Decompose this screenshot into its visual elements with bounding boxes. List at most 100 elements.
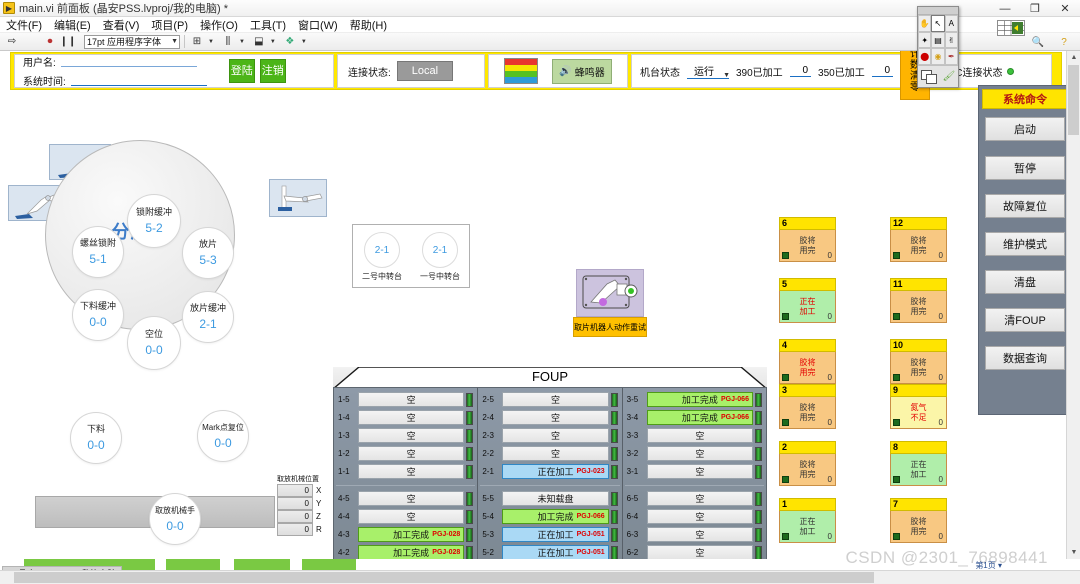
menu-help[interactable]: 帮助(H): [350, 17, 387, 33]
abort-stop-icon[interactable]: ⏺: [42, 34, 58, 49]
foup-slot[interactable]: 2-3 空: [480, 427, 619, 444]
maximize-button[interactable]: ❐: [1020, 0, 1050, 17]
username-input[interactable]: [60, 56, 197, 67]
connect-wire-icon[interactable]: ✦: [918, 31, 932, 49]
foup-slot[interactable]: 4-2 加工完成 PGJ-028: [336, 544, 475, 559]
station-card-8[interactable]: 8 正在 加工 0: [890, 441, 947, 486]
start-button[interactable]: 启动: [985, 117, 1065, 141]
fault-reset-button[interactable]: 故障复位: [985, 194, 1065, 218]
run-arrow-icon[interactable]: ⇨: [4, 34, 20, 49]
menu-edit[interactable]: 编辑(E): [54, 17, 91, 33]
object-shortcut-menu-icon[interactable]: ▤: [931, 31, 945, 49]
foup-slot[interactable]: 4-3 加工完成 PGJ-028: [336, 526, 475, 543]
logout-button[interactable]: 注销: [259, 59, 286, 83]
position-size-select-icon[interactable]: ↖: [931, 15, 945, 32]
tools-palette[interactable]: ✋ ↖ A ✦ ▤ ✌ ⬤ ◉ ✒ 🖌: [917, 6, 959, 88]
station-card-9[interactable]: 9 氮气 不足 0: [890, 384, 947, 429]
chevron-down-icon[interactable]: ▼: [301, 39, 307, 45]
align-objects-icon[interactable]: ⊞: [189, 34, 205, 49]
foup-slot[interactable]: 3-3 空: [625, 427, 764, 444]
chevron-down-icon[interactable]: ▼: [239, 39, 245, 45]
station-card-4[interactable]: 4 胶将 用完 0: [779, 339, 836, 384]
minimize-button[interactable]: —: [990, 0, 1020, 17]
horizontal-scrollbar[interactable]: [0, 570, 1080, 584]
foup-slot[interactable]: 2-1 正在加工 PGJ-023: [480, 463, 619, 480]
foup-slot[interactable]: 6-3 空: [625, 526, 764, 543]
menu-project[interactable]: 项目(P): [151, 17, 188, 33]
menu-tools[interactable]: 工具(T): [250, 17, 286, 33]
foup-slot[interactable]: 3-5 加工完成 PGJ-066: [625, 391, 764, 408]
foup-slot[interactable]: 5-3 正在加工 PGJ-051: [480, 526, 619, 543]
pick-robot-retry-button[interactable]: 取片机器人动作重试: [573, 317, 647, 337]
foup-slot[interactable]: 5-4 加工完成 PGJ-066: [480, 508, 619, 525]
machine-status-select[interactable]: 运行 ▼: [687, 63, 730, 79]
station-card-2[interactable]: 2 胶将 用完 0: [779, 441, 836, 486]
foup-slot[interactable]: 6-2 空: [625, 544, 764, 559]
node-pickplace-manipulator[interactable]: 取放机械手 0-0: [149, 493, 201, 545]
foup-slot[interactable]: 1-2 空: [336, 445, 475, 462]
clear-foup-button[interactable]: 清FOUP: [985, 308, 1065, 332]
search-icon[interactable]: 🔍: [1030, 35, 1046, 50]
probe-data-icon[interactable]: ◉: [931, 48, 945, 66]
foup-slot[interactable]: 3-2 空: [625, 445, 764, 462]
help-icon[interactable]: ?: [1056, 35, 1072, 50]
menu-file[interactable]: 文件(F): [6, 17, 42, 33]
plate-node-suofuhuanchong[interactable]: 锁附缓冲 5-2: [127, 194, 181, 248]
plate-node-xialiaohuanchong[interactable]: 下料缓冲 0-0: [72, 289, 124, 341]
station-card-6[interactable]: 6 胶将 用完 0: [779, 217, 836, 262]
foup-slot[interactable]: 1-5 空: [336, 391, 475, 408]
chevron-down-icon[interactable]: ▼: [270, 39, 276, 45]
foup-slot[interactable]: 4-4 空: [336, 508, 475, 525]
menu-view[interactable]: 查看(V): [103, 17, 140, 33]
login-button[interactable]: 登陆: [228, 59, 255, 83]
plate-node-fangpian[interactable]: 放片 5-3: [182, 227, 234, 279]
operate-value-icon[interactable]: ✋: [918, 15, 932, 32]
foup-slot[interactable]: 4-5 空: [336, 490, 475, 507]
node-xialiao[interactable]: 下料 0-0: [70, 412, 122, 464]
close-button[interactable]: ✕: [1050, 0, 1080, 17]
foup-slot[interactable]: 3-1 空: [625, 463, 764, 480]
foup-slot[interactable]: 5-2 正在加工 PGJ-051: [480, 544, 619, 559]
menu-window[interactable]: 窗口(W): [298, 17, 338, 33]
station-card-10[interactable]: 10 胶将 用完 0: [890, 339, 947, 384]
menu-operate[interactable]: 操作(O): [200, 17, 238, 33]
foup-slot[interactable]: 1-3 空: [336, 427, 475, 444]
foup-slot[interactable]: 6-5 空: [625, 490, 764, 507]
transfer-table-2-node[interactable]: 2-1: [364, 232, 400, 268]
data-query-button[interactable]: 数据查询: [985, 346, 1065, 370]
node-mark-reset[interactable]: Mark点复位 0-0: [197, 410, 249, 462]
station-card-1[interactable]: 1 正在 加工 0: [779, 498, 836, 543]
chevron-down-icon[interactable]: ▼: [208, 39, 214, 45]
scroll-down-icon[interactable]: ▼: [1067, 546, 1080, 559]
foup-slot[interactable]: 2-5 空: [480, 391, 619, 408]
transfer-table-1-node[interactable]: 2-1: [422, 232, 458, 268]
palette-drag-handle[interactable]: [918, 7, 958, 15]
edit-text-icon[interactable]: A: [944, 15, 958, 32]
foup-slot[interactable]: 3-4 加工完成 PGJ-066: [625, 409, 764, 426]
foup-slot[interactable]: 2-2 空: [480, 445, 619, 462]
plate-node-kongwei[interactable]: 空位 0-0: [127, 316, 181, 370]
pause-button[interactable]: 暂停: [985, 156, 1065, 180]
get-color-icon[interactable]: ✒: [944, 48, 958, 66]
scroll-up-icon[interactable]: ▲: [1067, 51, 1080, 64]
pause-icon[interactable]: ❙❙: [60, 34, 77, 49]
maintenance-mode-button[interactable]: 维护模式: [985, 232, 1065, 256]
station-card-3[interactable]: 3 胶将 用完 0: [779, 384, 836, 429]
vertical-scroll-thumb[interactable]: [1068, 65, 1079, 135]
plate-node-luosisuofu[interactable]: 螺丝锁附 5-1: [72, 226, 124, 278]
station-card-12[interactable]: 12 胶将 用完 0: [890, 217, 947, 262]
reorder-objects-icon[interactable]: ❖: [282, 34, 298, 49]
color-swatch[interactable]: [920, 69, 937, 84]
foup-slot[interactable]: 5-5 未知载盘: [480, 490, 619, 507]
station-card-11[interactable]: 11 胶将 用完 0: [890, 278, 947, 323]
set-clear-breakpoint-icon[interactable]: ⬤: [918, 48, 932, 66]
connection-value[interactable]: Local: [396, 61, 454, 81]
horizontal-scroll-thumb[interactable]: [14, 572, 874, 583]
station-card-5[interactable]: 5 正在 加工 0: [779, 278, 836, 323]
station-card-7[interactable]: 7 胶将 用完 0: [890, 498, 947, 543]
vertical-scrollbar[interactable]: ▲ ▼: [1066, 51, 1080, 559]
set-color-icon[interactable]: 🖌: [942, 71, 955, 82]
clear-plate-button[interactable]: 清盘: [985, 270, 1065, 294]
resize-objects-icon[interactable]: ⬓: [251, 34, 267, 49]
foup-slot[interactable]: 1-1 空: [336, 463, 475, 480]
